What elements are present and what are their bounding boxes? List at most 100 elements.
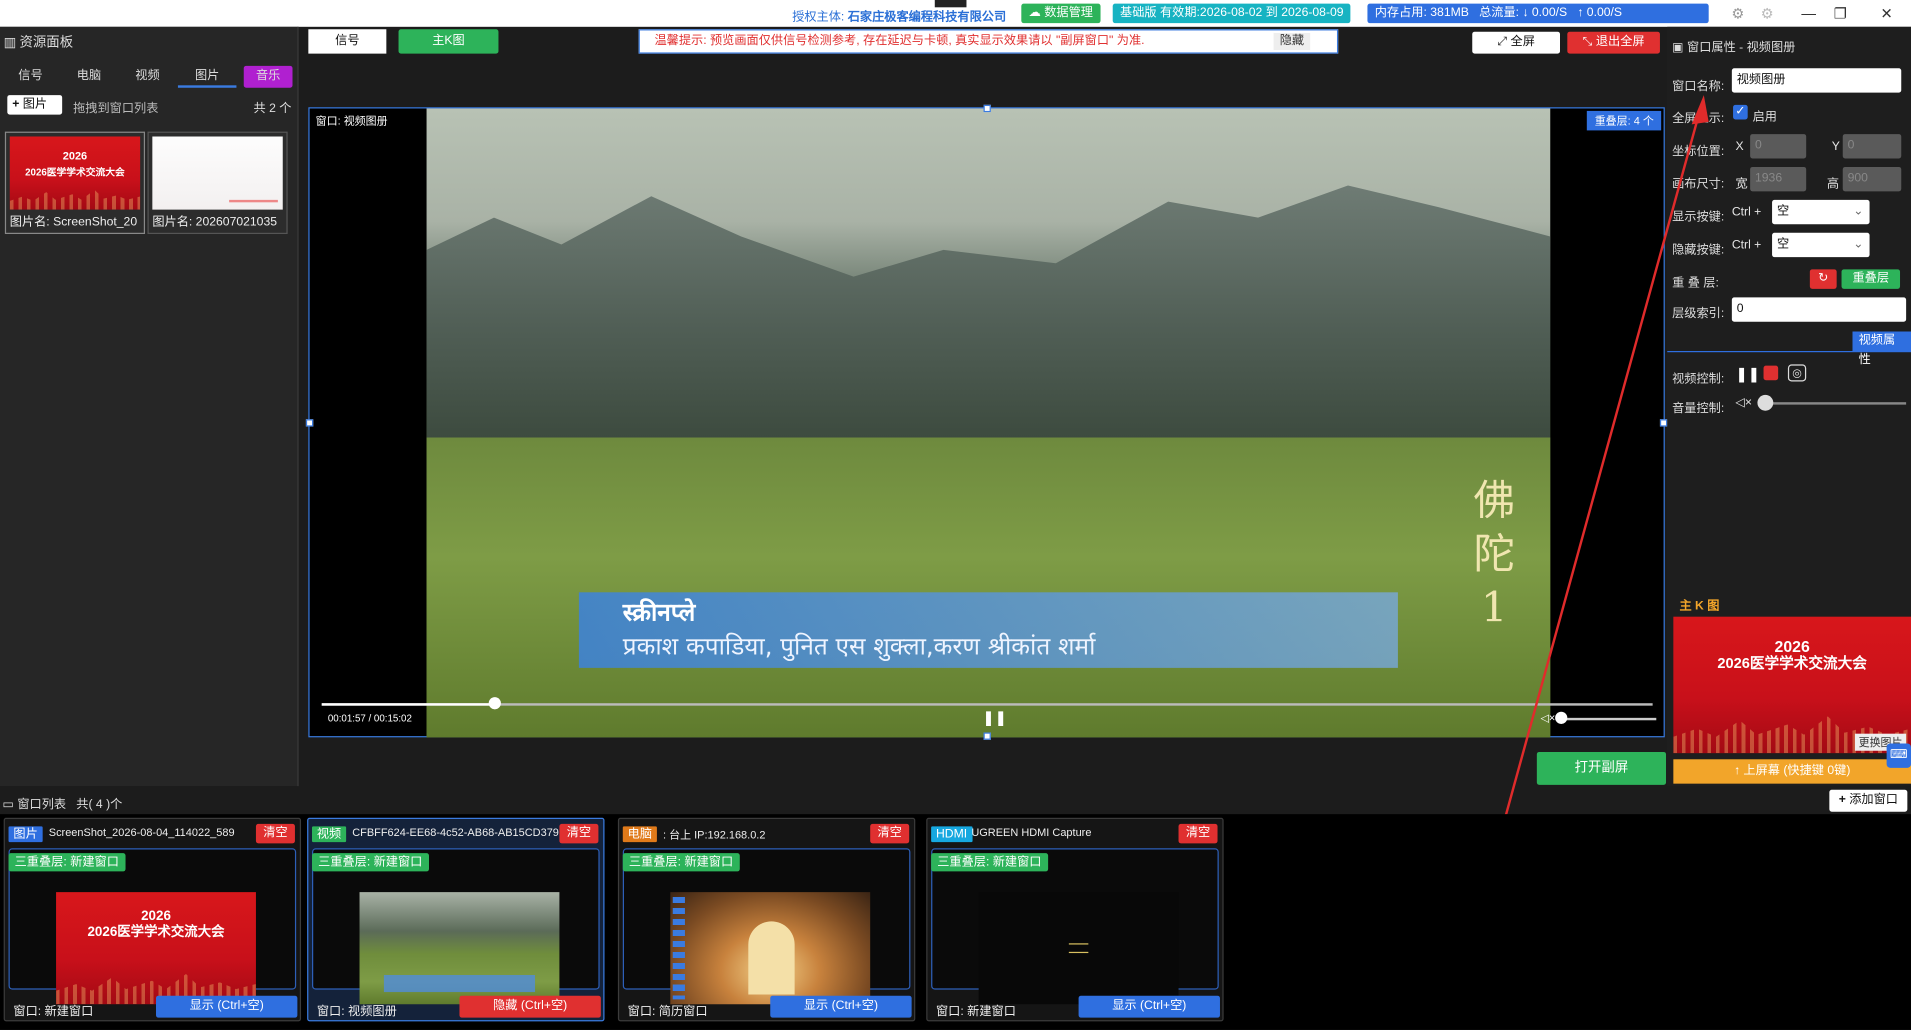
settings-icon[interactable]: ⚙ [1726, 2, 1750, 24]
layer-index-field[interactable]: 0 [1731, 297, 1907, 322]
add-image-button[interactable]: + 图片 [7, 95, 63, 115]
maximize-button[interactable]: ❐ [1828, 2, 1852, 24]
window-card[interactable]: HDMI UGREEN HDMI Capture 清空 三重叠层: 新建窗口 窗… [926, 817, 1224, 1022]
y-label: Y [1831, 140, 1840, 154]
tab-signal-preview[interactable]: 信号 [308, 29, 387, 54]
hide-button[interactable]: 隐藏 (Ctrl+空) [459, 995, 601, 1018]
video-attributes-tab[interactable]: 视频属性 [1852, 331, 1911, 367]
fullscreen-button[interactable]: ⤢ 全屏 [1472, 31, 1560, 54]
plus-icon: + [12, 97, 20, 111]
resource-status: 内存占用: 381MB 总流量: ↓ 0.00/S ↑ 0.00/S [1367, 3, 1709, 24]
cloud-icon: ☁ [1028, 6, 1041, 20]
hide-notice-button[interactable]: 隐藏 [1273, 32, 1311, 50]
shrink-icon: ⤡ [1582, 35, 1593, 49]
clear-button[interactable]: 清空 [1178, 823, 1218, 844]
keyboard-icon[interactable]: ⌨ [1886, 743, 1911, 768]
resource-panel: ▥ 资源面板 信号 电脑 视频 图片 音乐 + 图片 拖拽到窗口列表 共 2 个 … [0, 26, 299, 787]
pause-icon[interactable]: ❚❚ [982, 709, 1007, 726]
gear-icon[interactable]: ⚙ [1755, 2, 1779, 24]
overlay-badge: 三重叠层: 新建窗口 [312, 853, 429, 872]
show-key-select[interactable]: 空 ⌄ [1772, 199, 1870, 225]
volume-slider-handle[interactable] [1757, 394, 1774, 411]
expand-icon: ⤢ [1497, 35, 1508, 49]
volume-slider-track[interactable] [1762, 402, 1907, 405]
resize-handle-bottom[interactable] [983, 732, 991, 740]
hide-key-select[interactable]: 空 ⌄ [1772, 232, 1870, 258]
thumb-image: 2026 2026医学学术交流大会 [9, 136, 141, 210]
overlay-badge: 三重叠层: 新建窗口 [622, 853, 740, 872]
pause-icon[interactable]: ❚❚ [1736, 366, 1761, 383]
window-card[interactable]: 图片 ScreenShot_2026-08-04_114022_589 清空 2… [3, 817, 302, 1022]
image-thumb[interactable]: 图片名: 202607021035 [147, 131, 288, 234]
tab-main-k[interactable]: 主K图 [398, 29, 499, 54]
preview-window[interactable]: स्क्रीनप्ले प्रकाश कपाडिया, पुनित एस शुक… [305, 104, 1668, 740]
window-source-title: ScreenShot_2026-08-04_114022_589 [48, 826, 235, 839]
window-source-title: UGREEN HDMI Capture [971, 826, 1092, 839]
window-source-title: CFBFF624-EE68-4c52-AB68-AB15CD379E0E [352, 826, 560, 839]
subtitle-line-1: स्क्रीनप्ले [622, 597, 696, 627]
data-management-button[interactable]: ☁ 数据管理 [1021, 3, 1101, 24]
video-frame: स्क्रीनप्ले प्रकाश कपाडिया, पुनित एस शुक… [426, 108, 1551, 738]
window-card[interactable]: 电脑 : 台上 IP:192.168.0.2 清空 三重叠层: 新建窗口 窗口:… [617, 817, 916, 1022]
tab-music[interactable]: 音乐 [243, 65, 293, 88]
height-label: 高 [1826, 177, 1840, 192]
show-button[interactable]: 显示 (Ctrl+空) [156, 995, 298, 1018]
width-label: 宽 [1735, 177, 1748, 192]
preview-toolbar: 信号 主K图 温馨提示: 预览画面仅供信号检测参考, 存在延迟与卡顿, 真实显示… [308, 29, 1667, 56]
minimize-button[interactable]: — [1796, 2, 1820, 24]
edition-badge: 基础版 有效期:2026-08-02 到 2026-08-09 [1112, 3, 1351, 24]
y-field[interactable]: 0 [1842, 134, 1902, 159]
screenshot-icon[interactable]: ◎ [1787, 364, 1807, 382]
tab-image[interactable]: 图片 [177, 66, 237, 88]
x-field[interactable]: 0 [1750, 134, 1807, 159]
clear-button[interactable]: 清空 [870, 823, 910, 844]
preview-image [359, 892, 560, 1005]
plus-icon: + [1838, 793, 1846, 807]
show-button[interactable]: 显示 (Ctrl+空) [770, 995, 912, 1018]
mute-icon[interactable]: ◁× [1736, 396, 1752, 409]
preview-image [670, 892, 871, 1005]
window-name-field[interactable]: 视频图册 [1731, 68, 1902, 93]
add-window-button[interactable]: + 添加窗口 [1829, 789, 1908, 812]
tab-video[interactable]: 视频 [124, 66, 170, 88]
overlay-badge: 三重叠层: 新建窗口 [8, 853, 125, 872]
license-info: 授权主体: 石家庄极客编程科技有限公司 [792, 10, 1007, 25]
window-label: 窗口: 视频图册 [315, 114, 388, 127]
clear-button[interactable]: 清空 [255, 823, 295, 844]
fullscreen-checkbox[interactable]: ✓ [1733, 104, 1748, 120]
height-field[interactable]: 900 [1842, 166, 1902, 192]
window-list-header: ▭ 窗口列表 共( 4 )个 + 添加窗口 [0, 789, 1911, 814]
window-card[interactable]: 视频 CFBFF624-EE68-4c52-AB68-AB15CD379E0E … [307, 817, 605, 1022]
progress-track[interactable] [321, 703, 1653, 706]
subtitle-bar: स्क्रीनप्ले प्रकाश कपाडिया, पुनित एस शुक… [578, 592, 1398, 668]
window-list-title: ▭ 窗口列表 共( 4 )个 [2, 798, 123, 812]
show-button[interactable]: 显示 (Ctrl+空) [1078, 995, 1220, 1018]
stop-icon[interactable] [1763, 365, 1779, 381]
window-icon: ▣ [1672, 41, 1684, 55]
drag-hint: 拖拽到窗口列表 [73, 102, 159, 116]
close-button[interactable]: ✕ [1874, 2, 1898, 24]
resize-handle-left[interactable] [305, 419, 314, 427]
tab-computer[interactable]: 电脑 [66, 66, 112, 88]
clear-button[interactable]: 清空 [559, 823, 599, 844]
fullscreen-enable-label: 启用 [1752, 110, 1777, 125]
drag-handle[interactable] [934, 0, 967, 8]
width-field[interactable]: 1936 [1750, 166, 1807, 192]
resource-panel-title: ▥ 资源面板 [0, 27, 297, 59]
chart-icon: ▥ [3, 35, 17, 50]
exit-fullscreen-button[interactable]: ⤡ 退出全屏 [1567, 31, 1660, 54]
chevron-down-icon: ⌄ [1853, 237, 1864, 252]
tab-signal[interactable]: 信号 [7, 66, 53, 88]
progress-handle[interactable] [488, 697, 501, 710]
window-name: 窗口: 新建窗口 [936, 1005, 1016, 1019]
thumb-caption: 图片名: ScreenShot_20 [9, 215, 138, 230]
title-bar: 授权主体: 石家庄极客编程科技有限公司 ☁ 数据管理 基础版 有效期:2026-… [0, 0, 1911, 27]
preview-image: 2026 2026医学学术交流大会 [56, 892, 256, 1005]
overlay-button[interactable]: 重叠层 [1841, 269, 1901, 289]
refresh-icon[interactable]: ↻ [1809, 269, 1837, 289]
subtitle-line-2: प्रकाश कपाडिया, पुनित एस शुक्ला,करण श्री… [622, 631, 1096, 661]
image-thumb[interactable]: 2026 2026医学学术交流大会 图片名: ScreenShot_20 [4, 131, 146, 234]
window-list: 图片 ScreenShot_2026-08-04_114022_589 清空 2… [0, 814, 1911, 1030]
type-badge: 图片 [8, 826, 43, 843]
resize-handle-top[interactable] [983, 104, 991, 113]
